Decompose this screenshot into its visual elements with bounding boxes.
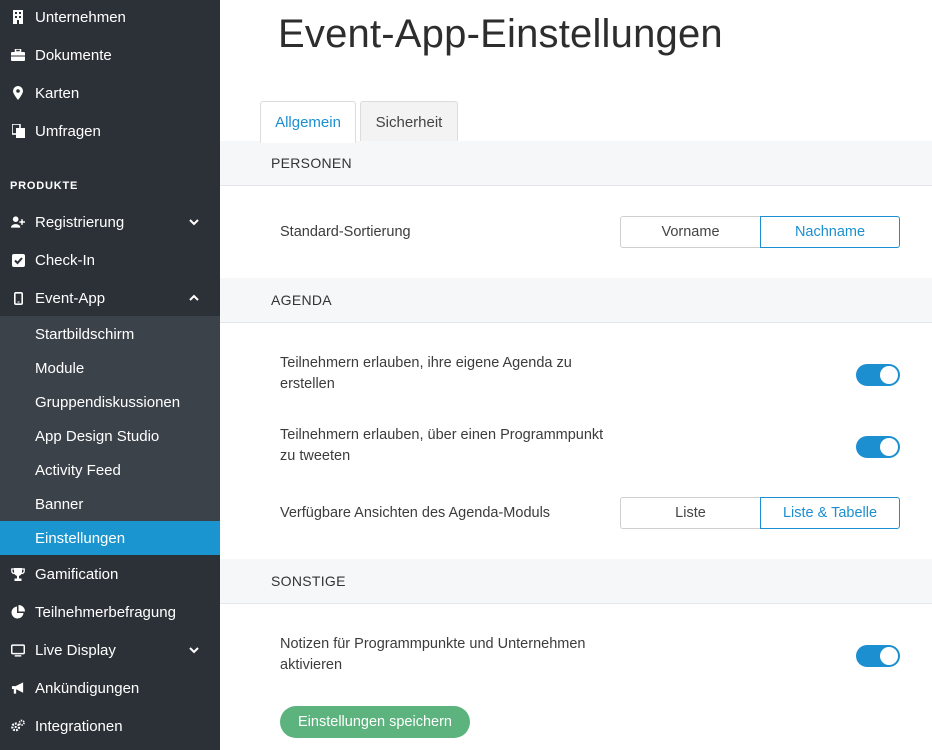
submenu-item-banner[interactable]: Banner bbox=[0, 487, 220, 521]
megaphone-icon bbox=[11, 681, 25, 695]
section-heading: PERSONEN bbox=[271, 155, 352, 171]
sidebar-item-integrationen[interactable]: Integrationen bbox=[0, 707, 220, 745]
section-personen: PERSONEN bbox=[220, 141, 932, 186]
section-agenda: AGENDA bbox=[220, 278, 932, 323]
sidebar-item-checkin[interactable]: Check-In bbox=[0, 241, 220, 279]
sidebar-item-label: Integrationen bbox=[35, 717, 123, 735]
sidebar-item-label: Teilnehmerbefragung bbox=[35, 603, 176, 621]
views-option-liste[interactable]: Liste bbox=[620, 497, 760, 529]
page-title: Event-App-Einstellungen bbox=[278, 12, 723, 56]
sort-label: Standard-Sortierung bbox=[280, 224, 411, 240]
sidebar-item-label: Gamification bbox=[35, 565, 119, 583]
sidebar-item-label: Ankündigungen bbox=[35, 679, 140, 697]
submenu-item-label: Module bbox=[35, 359, 85, 377]
submenu-item-label: Startbildschirm bbox=[35, 325, 135, 343]
section-sonstige: SONSTIGE bbox=[220, 559, 932, 604]
sidebar-item-label: Event-App bbox=[35, 289, 106, 307]
views-segmented-control: Liste Liste & Tabelle bbox=[620, 497, 900, 529]
monitor-icon bbox=[11, 643, 25, 657]
tweet-toggle[interactable] bbox=[856, 436, 900, 458]
submenu-item-app-design-studio[interactable]: App Design Studio bbox=[0, 419, 220, 453]
own-agenda-toggle[interactable] bbox=[856, 364, 900, 386]
sidebar-item-label: Registrierung bbox=[35, 213, 125, 231]
sidebar-item-umfragen[interactable]: Umfragen bbox=[0, 112, 220, 150]
submenu-item-label: Banner bbox=[35, 495, 84, 513]
sidebar-item-livedisplay[interactable]: Live Display bbox=[0, 631, 220, 669]
copy-icon bbox=[11, 124, 25, 138]
views-option-liste-tabelle[interactable]: Liste & Tabelle bbox=[760, 497, 900, 529]
own-agenda-label: Teilnehmern erlauben, ihre eigene Agenda… bbox=[280, 355, 572, 392]
notes-label: Notizen für Programmpunkte und Unternehm… bbox=[280, 636, 586, 673]
chevron-down-icon[interactable] bbox=[188, 216, 200, 228]
chevron-up-icon[interactable] bbox=[188, 292, 200, 304]
sidebar-item-ankuendigungen[interactable]: Ankündigungen bbox=[0, 669, 220, 707]
submenu-item-startbildschirm[interactable]: Startbildschirm bbox=[0, 317, 220, 351]
sidebar-item-dokumente[interactable]: Dokumente bbox=[0, 36, 220, 74]
submenu-item-label: Einstellungen bbox=[35, 529, 126, 547]
pie-chart-icon bbox=[11, 605, 25, 619]
tab-allgemein[interactable]: Allgemein bbox=[260, 101, 356, 143]
submenu-item-label: App Design Studio bbox=[35, 427, 160, 445]
briefcase-icon bbox=[11, 48, 25, 62]
sidebar-item-label: Check-In bbox=[35, 251, 96, 269]
sidebar-item-label: Dokumente bbox=[35, 46, 112, 64]
eventapp-submenu: Startbildschirm Module Gruppendiskussion… bbox=[0, 316, 220, 555]
building-icon bbox=[11, 10, 25, 24]
sidebar-item-gamification[interactable]: Gamification bbox=[0, 555, 220, 593]
section-heading: AGENDA bbox=[271, 292, 332, 308]
chevron-down-icon[interactable] bbox=[188, 644, 200, 656]
sidebar-section-heading: PRODUKTE bbox=[10, 180, 79, 192]
submenu-item-label: Gruppendiskussionen bbox=[35, 393, 181, 411]
submenu-item-gruppendiskussionen[interactable]: Gruppendiskussionen bbox=[0, 385, 220, 419]
sort-segmented-control: Vorname Nachname bbox=[620, 216, 900, 248]
save-settings-button[interactable]: Einstellungen speichern bbox=[280, 706, 470, 738]
submenu-item-label: Activity Feed bbox=[35, 461, 121, 479]
sidebar-item-karten[interactable]: Karten bbox=[0, 74, 220, 112]
tab-sicherheit[interactable]: Sicherheit bbox=[360, 101, 458, 142]
sidebar-item-unternehmen[interactable]: Unternehmen bbox=[0, 0, 220, 36]
user-plus-icon bbox=[11, 215, 25, 229]
toggle-knob bbox=[880, 647, 898, 665]
sidebar-item-label: Umfragen bbox=[35, 122, 101, 140]
sort-option-nachname[interactable]: Nachname bbox=[760, 216, 900, 248]
gears-icon bbox=[11, 719, 25, 733]
notes-toggle[interactable] bbox=[856, 645, 900, 667]
submenu-item-activity-feed[interactable]: Activity Feed bbox=[0, 453, 220, 487]
submenu-item-einstellungen[interactable]: Einstellungen bbox=[0, 521, 220, 555]
sidebar-item-registrierung[interactable]: Registrierung bbox=[0, 203, 220, 241]
views-label: Verfügbare Ansichten des Agenda-Moduls bbox=[280, 505, 551, 521]
checkbox-check-icon bbox=[11, 253, 25, 267]
map-marker-icon bbox=[11, 86, 25, 100]
sort-option-vorname[interactable]: Vorname bbox=[620, 216, 760, 248]
toggle-knob bbox=[880, 438, 898, 456]
section-heading: SONSTIGE bbox=[271, 573, 346, 589]
toggle-knob bbox=[880, 366, 898, 384]
mobile-phone-icon bbox=[11, 291, 25, 305]
sidebar-item-label: Karten bbox=[35, 84, 80, 102]
sidebar-item-eventapp[interactable]: Event-App bbox=[0, 279, 220, 317]
tweet-label: Teilnehmern erlauben, über einen Program… bbox=[280, 427, 604, 464]
sidebar: Unternehmen Dokumente Karten Umfragen PR… bbox=[0, 0, 220, 750]
trophy-icon bbox=[11, 567, 25, 581]
submenu-item-module[interactable]: Module bbox=[0, 351, 220, 385]
sidebar-item-teilnehmerbefragung[interactable]: Teilnehmerbefragung bbox=[0, 593, 220, 631]
main-content: Event-App-Einstellungen Allgemein Sicher… bbox=[220, 0, 932, 750]
sidebar-item-label: Unternehmen bbox=[35, 8, 126, 26]
sidebar-item-label: Live Display bbox=[35, 641, 116, 659]
